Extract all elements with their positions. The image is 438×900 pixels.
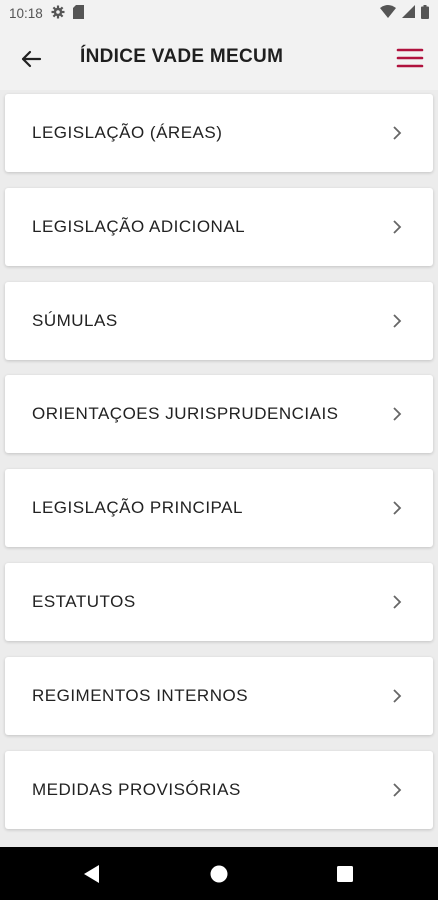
list-item-regimentos-internos[interactable]: REGIMENTOS INTERNOS	[5, 656, 433, 735]
status-left: 10:18	[9, 4, 84, 22]
list-item-sumulas[interactable]: SÚMULAS	[5, 281, 433, 360]
chevron-right-icon	[393, 595, 402, 609]
list-item-medidas-provisorias[interactable]: MEDIDAS PROVISÓRIAS	[5, 750, 433, 829]
arrow-left-icon	[21, 50, 42, 68]
recents-square-icon	[337, 866, 353, 882]
nav-home-button[interactable]	[205, 860, 233, 888]
chevron-right-icon	[393, 407, 402, 422]
home-circle-icon	[210, 865, 228, 883]
gear-icon	[51, 5, 65, 22]
list-item-label: ESTATUTOS	[32, 591, 136, 611]
hamburger-menu-icon	[396, 48, 424, 68]
list-item-label: ORIENTAÇOES JURISPRUDENCIAIS	[32, 404, 339, 424]
chevron-right-icon	[393, 313, 402, 328]
back-triangle-icon	[84, 865, 99, 883]
chevron-right-icon	[393, 126, 402, 140]
sim-card-icon	[72, 4, 84, 22]
status-bar: 10:18	[0, 0, 438, 26]
status-time: 10:18	[9, 5, 43, 21]
list-item-legislacao-adicional[interactable]: LEGISLAÇÃO ADICIONAL	[5, 187, 433, 266]
chevron-right-icon	[393, 501, 402, 515]
index-list: LEGISLAÇÃO (ÁREAS) LEGISLAÇÃO ADICIONAL …	[5, 94, 433, 844]
list-item-orientacoes[interactable]: ORIENTAÇOES JURISPRUDENCIAIS	[5, 375, 433, 454]
list-item-label: LEGISLAÇÃO PRINCIPAL	[32, 498, 243, 518]
menu-button[interactable]	[395, 44, 425, 72]
chevron-right-icon	[393, 782, 402, 797]
system-nav-bar	[0, 847, 438, 900]
list-item-label: MEDIDAS PROVISÓRIAS	[32, 779, 241, 799]
list-item-legislacao-principal[interactable]: LEGISLAÇÃO PRINCIPAL	[5, 469, 433, 548]
signal-icon	[402, 5, 415, 21]
nav-recents-button[interactable]	[331, 860, 359, 888]
back-button[interactable]	[16, 44, 46, 74]
page-title: ÍNDICE VADE MECUM	[80, 46, 284, 67]
chevron-right-icon	[393, 220, 402, 234]
app-bar: ÍNDICE VADE MECUM	[0, 26, 438, 90]
nav-back-button[interactable]	[78, 860, 106, 888]
chevron-right-icon	[393, 689, 402, 703]
list-item-label: SÚMULAS	[32, 310, 118, 330]
list-item-label: LEGISLAÇÃO ADICIONAL	[32, 216, 246, 236]
list-item-legislacao-areas[interactable]: LEGISLAÇÃO (ÁREAS)	[5, 94, 433, 172]
list-item-label: LEGISLAÇÃO (ÁREAS)	[32, 123, 223, 142]
battery-icon	[421, 4, 429, 22]
list-item-estatutos[interactable]: ESTATUTOS	[5, 562, 433, 641]
wifi-icon	[380, 5, 396, 21]
status-right	[380, 4, 429, 22]
list-item-label: REGIMENTOS INTERNOS	[32, 685, 249, 705]
